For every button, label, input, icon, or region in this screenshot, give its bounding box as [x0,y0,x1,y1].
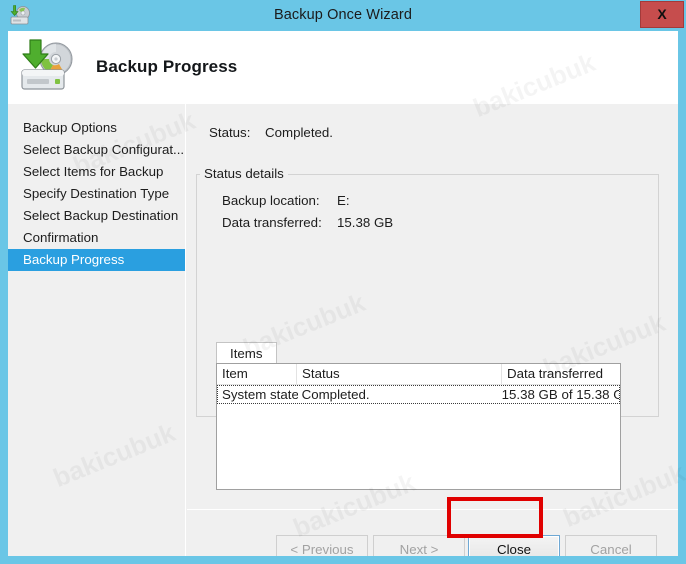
column-header-item[interactable]: Item [217,364,297,384]
tab-items[interactable]: Items [216,342,277,364]
backup-location-value: E: [337,193,350,208]
window-title: Backup Once Wizard [274,7,412,23]
sidebar-item-confirmation[interactable]: Confirmation [8,227,185,249]
status-details-legend: Status details [200,166,288,181]
cancel-button[interactable]: Cancel [565,535,657,556]
sidebar-item-backup-options[interactable]: Backup Options [8,117,185,139]
previous-button[interactable]: < Previous [276,535,368,556]
backup-location-row: Backup location: E: [222,193,350,208]
close-icon[interactable]: X [640,1,684,28]
title-bar: Backup Once Wizard X [0,0,686,31]
backup-once-wizard-window: Backup Once Wizard X Backup Progress Bac… [0,0,686,564]
main-content: Status: Completed. Status details Backup … [187,104,678,556]
cell-item: System state [222,387,298,402]
sidebar-item-specify-destination-type[interactable]: Specify Destination Type [8,183,185,205]
status-line: Status: Completed. [209,125,333,140]
backup-disk-large-icon [16,37,78,95]
items-table[interactable]: Item Status Data transferred System stat… [216,363,621,490]
column-header-data-transferred[interactable]: Data transferred [502,364,620,384]
wizard-step-list: Backup Options Select Backup Configurat.… [8,104,186,556]
table-row[interactable]: System state Completed. 15.38 GB of 15.3… [217,385,620,404]
sidebar-item-select-backup-configuration[interactable]: Select Backup Configurat... [8,139,185,161]
status-value: Completed. [265,125,333,140]
sidebar-item-select-items-for-backup[interactable]: Select Items for Backup [8,161,185,183]
dialog-frame: Backup Progress Backup Options Select Ba… [8,31,678,556]
footer-button-bar: < Previous Next > Close Cancel [187,510,678,556]
page-header: Backup Progress [8,31,678,104]
close-button[interactable]: Close [468,535,560,556]
data-transferred-value: 15.38 GB [337,215,394,230]
table-header-row: Item Status Data transferred [217,364,620,385]
tab-strip: Items [216,342,628,364]
data-transferred-label: Data transferred: [222,215,322,230]
status-label: Status: [209,125,251,140]
page-title: Backup Progress [96,57,238,76]
backup-location-label: Backup location: [222,193,320,208]
next-button[interactable]: Next > [373,535,465,556]
sidebar-item-select-backup-destination[interactable]: Select Backup Destination [8,205,185,227]
cell-status: Completed. [301,387,370,402]
cell-data-transferred: 15.38 GB of 15.38 GB [501,387,619,402]
column-header-status[interactable]: Status [297,364,502,384]
sidebar-item-backup-progress[interactable]: Backup Progress [8,249,185,271]
data-transferred-row: Data transferred: 15.38 GB [222,215,393,230]
